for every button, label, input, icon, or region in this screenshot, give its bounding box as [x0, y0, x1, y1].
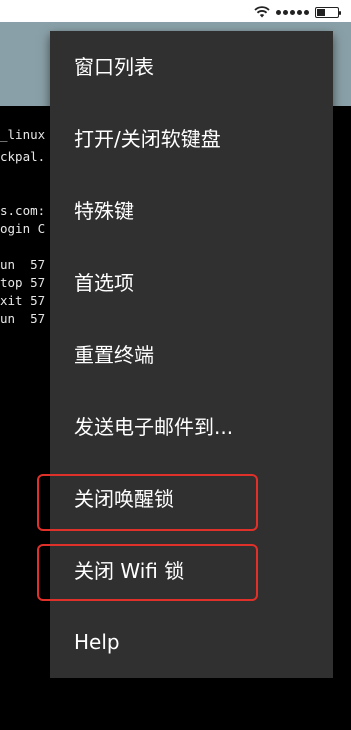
menu-item-toggle-soft-keyboard[interactable]: 打开/关闭软键盘: [50, 103, 333, 175]
terminal-line: un 57: [0, 311, 46, 326]
status-icons: [254, 3, 341, 22]
menu-item-send-email[interactable]: 发送电子邮件到...: [50, 391, 333, 463]
screen: _linux ckpal. s.com: ogin C un 57 top 57…: [0, 0, 351, 730]
menu-item-window-list[interactable]: 窗口列表: [50, 31, 333, 103]
status-bar: [0, 0, 351, 22]
menu-item-release-wake-lock[interactable]: 关闭唤醒锁: [50, 463, 333, 535]
terminal-line: _linux: [0, 127, 46, 142]
menu-item-preferences[interactable]: 首选项: [50, 247, 333, 319]
terminal-line: xit 57: [0, 293, 46, 308]
terminal-line: un 57: [0, 257, 46, 272]
battery-level: [317, 9, 325, 16]
menu-item-reset-terminal[interactable]: 重置终端: [50, 319, 333, 391]
menu-item-release-wifi-lock[interactable]: 关闭 Wifi 锁: [50, 535, 333, 607]
menu-item-help[interactable]: Help: [50, 606, 333, 678]
wifi-icon: [254, 3, 270, 22]
menu-item-special-keys[interactable]: 特殊键: [50, 175, 333, 247]
terminal-line: s.com:: [0, 203, 46, 218]
terminal-line: ogin C: [0, 221, 46, 236]
overflow-menu: 窗口列表 打开/关闭软键盘 特殊键 首选项 重置终端 发送电子邮件到... 关闭…: [50, 31, 333, 678]
battery-icon: [315, 7, 341, 18]
terminal-line: top 57: [0, 275, 46, 290]
signal-dots-icon: [276, 10, 309, 15]
terminal-line: ckpal.: [0, 149, 46, 164]
